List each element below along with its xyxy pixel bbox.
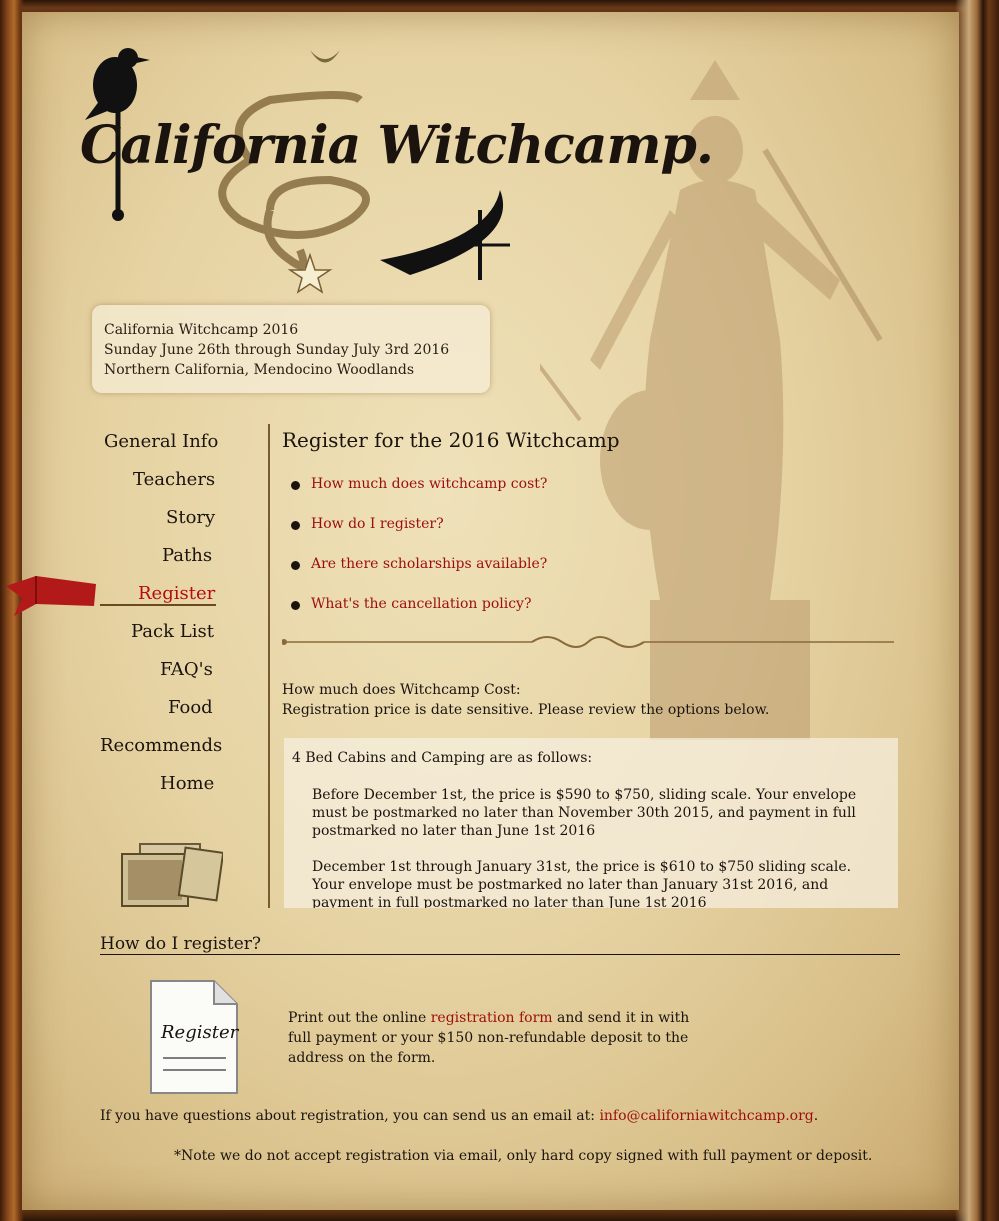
ornament-divider bbox=[282, 636, 894, 648]
nav-teachers[interactable]: Teachers bbox=[133, 469, 215, 490]
faq-link-cost[interactable]: How much does witchcamp cost? bbox=[311, 476, 547, 492]
questions-line: If you have questions about registration… bbox=[100, 1108, 818, 1124]
event-title: California Witchcamp 2016 bbox=[104, 322, 299, 338]
nav-home[interactable]: Home bbox=[160, 773, 214, 794]
bullet-icon bbox=[291, 561, 300, 570]
nav-pack-list[interactable]: Pack List bbox=[131, 621, 214, 642]
bullet-icon bbox=[291, 481, 300, 490]
cost-option-1: Before December 1st, the price is $590 t… bbox=[312, 787, 857, 839]
cost-question: How much does Witchcamp Cost: bbox=[282, 682, 521, 698]
registration-note: *Note we do not accept registration via … bbox=[174, 1148, 873, 1164]
questions-text: If you have questions about registration… bbox=[100, 1108, 600, 1124]
section-heading-how-register: How do I register? bbox=[100, 934, 262, 954]
cost-note: Registration price is date sensitive. Pl… bbox=[282, 702, 770, 718]
nav-faqs[interactable]: FAQ's bbox=[160, 659, 213, 680]
nav-active-underline bbox=[100, 604, 216, 606]
questions-period: . bbox=[813, 1108, 819, 1124]
faq-link-how-register[interactable]: How do I register? bbox=[311, 516, 444, 532]
photos-icon[interactable] bbox=[118, 838, 223, 910]
bullet-icon bbox=[291, 521, 300, 530]
faq-link-cancellation[interactable]: What's the cancellation policy? bbox=[311, 596, 531, 612]
content-divider bbox=[268, 424, 270, 908]
section-rule bbox=[100, 954, 900, 955]
page-title: Register for the 2016 Witchcamp bbox=[282, 428, 620, 452]
cost-scroll-box[interactable]: 4 Bed Cabins and Camping are as follows:… bbox=[284, 738, 898, 908]
email-link[interactable]: info@californiawitchcamp.org bbox=[599, 1108, 813, 1124]
logo-text: California Witchcamp. bbox=[80, 115, 714, 176]
event-info-banner: California Witchcamp 2016 Sunday June 26… bbox=[92, 305, 490, 393]
cost-box-heading: 4 Bed Cabins and Camping are as follows: bbox=[292, 750, 593, 766]
nav-story[interactable]: Story bbox=[166, 507, 215, 528]
event-dates: Sunday June 26th through Sunday July 3rd… bbox=[104, 342, 450, 358]
cost-option-2: December 1st through January 31st, the p… bbox=[312, 859, 852, 908]
bullet-icon bbox=[291, 601, 300, 610]
nav-recommends[interactable]: Recommends bbox=[100, 735, 222, 756]
nav-general-info[interactable]: General Info bbox=[104, 431, 218, 452]
register-text-before: Print out the online bbox=[288, 1010, 431, 1026]
nav-paths[interactable]: Paths bbox=[162, 545, 212, 566]
event-location: Northern California, Mendocino Woodlands bbox=[104, 362, 415, 378]
register-instructions: Print out the online registration form a… bbox=[288, 1008, 708, 1068]
register-document-label: Register bbox=[161, 1022, 239, 1043]
active-ribbon-icon bbox=[6, 576, 96, 616]
nav-food[interactable]: Food bbox=[168, 697, 213, 718]
registration-form-link[interactable]: registration form bbox=[431, 1010, 553, 1026]
faq-link-scholarships[interactable]: Are there scholarships available? bbox=[311, 556, 547, 572]
nav-register[interactable]: Register bbox=[138, 583, 215, 604]
